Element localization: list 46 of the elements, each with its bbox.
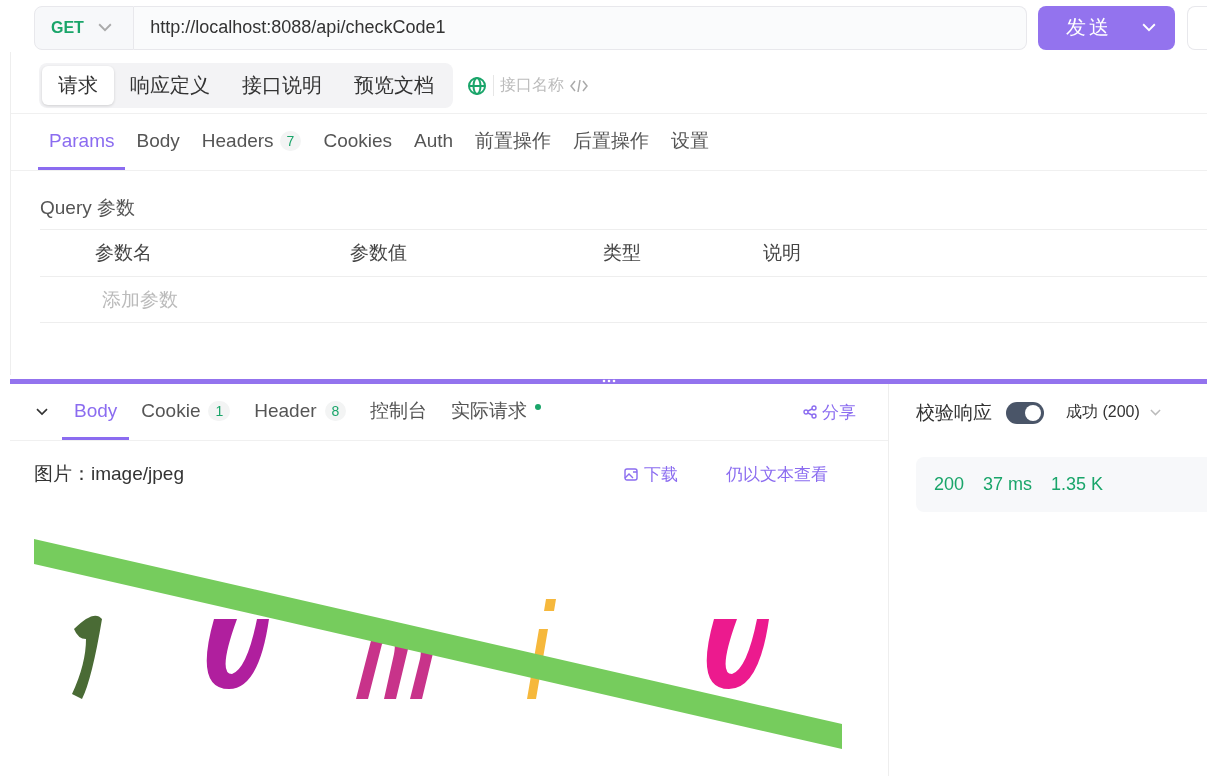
mode-tab[interactable]: 接口说明 <box>226 66 338 105</box>
params-tab[interactable]: 前置操作 <box>464 114 563 170</box>
code-icon <box>570 77 588 94</box>
section-title: Query 参数 <box>39 196 137 220</box>
globe-icon <box>467 75 487 96</box>
download-link[interactable]: 下载 <box>624 462 678 486</box>
mode-tab[interactable]: 响应定义 <box>114 66 226 105</box>
validation-toggle[interactable] <box>1006 401 1044 424</box>
column-header: 说明 <box>763 241 802 265</box>
send-button[interactable]: 发送 <box>1038 5 1176 50</box>
count-badge: 8 <box>324 400 347 421</box>
response-tab[interactable]: Cookie 1 <box>129 384 243 440</box>
column-header: 类型 <box>603 241 642 265</box>
chevron-down-icon <box>1142 23 1157 32</box>
share-icon <box>803 405 817 419</box>
count-badge: 7 <box>279 130 302 151</box>
response-tab[interactable]: Header 8 <box>242 384 359 440</box>
response-tab[interactable]: 实际请求 <box>439 384 554 440</box>
stat-value: 1.35 K <box>1051 474 1104 495</box>
params-tab[interactable]: 后置操作 <box>562 114 661 170</box>
response-tab[interactable]: Body <box>62 384 130 440</box>
column-header: 参数名 <box>95 241 153 265</box>
url-field[interactable]: http://localhost:8088/api/checkCode1 <box>134 5 1028 50</box>
params-tab[interactable]: Auth <box>403 114 465 170</box>
status-select[interactable]: 成功 (200) <box>1066 402 1140 423</box>
resize-handle[interactable] <box>10 379 1207 384</box>
chevron-down-icon <box>97 23 112 32</box>
collapse-chevron-icon <box>36 408 48 416</box>
params-tab[interactable]: Headers 7 <box>190 114 313 170</box>
view-as-text-link[interactable]: 仍以文本查看 <box>726 462 828 486</box>
mode-tab[interactable]: 预览文档 <box>338 66 450 105</box>
stat-value: 37 ms <box>983 474 1033 495</box>
stat-value: 200 <box>934 474 965 495</box>
params-tab[interactable]: 设置 <box>660 114 721 170</box>
validation-label: 校验响应 <box>916 400 992 425</box>
content-type-label: 图片：image/jpeg <box>34 462 184 486</box>
count-badge: 1 <box>208 400 231 421</box>
params-tab[interactable]: Params <box>38 114 126 170</box>
mode-tab[interactable]: 请求 <box>42 66 114 105</box>
image-icon <box>624 466 639 482</box>
response-tab[interactable]: 控制台 <box>358 384 440 440</box>
chevron-down-icon <box>1149 409 1161 416</box>
params-tab[interactable]: Cookies <box>312 114 404 170</box>
column-header: 参数值 <box>350 241 408 265</box>
params-tab[interactable]: Body <box>125 114 191 170</box>
share-link[interactable]: 分享 <box>803 400 856 424</box>
